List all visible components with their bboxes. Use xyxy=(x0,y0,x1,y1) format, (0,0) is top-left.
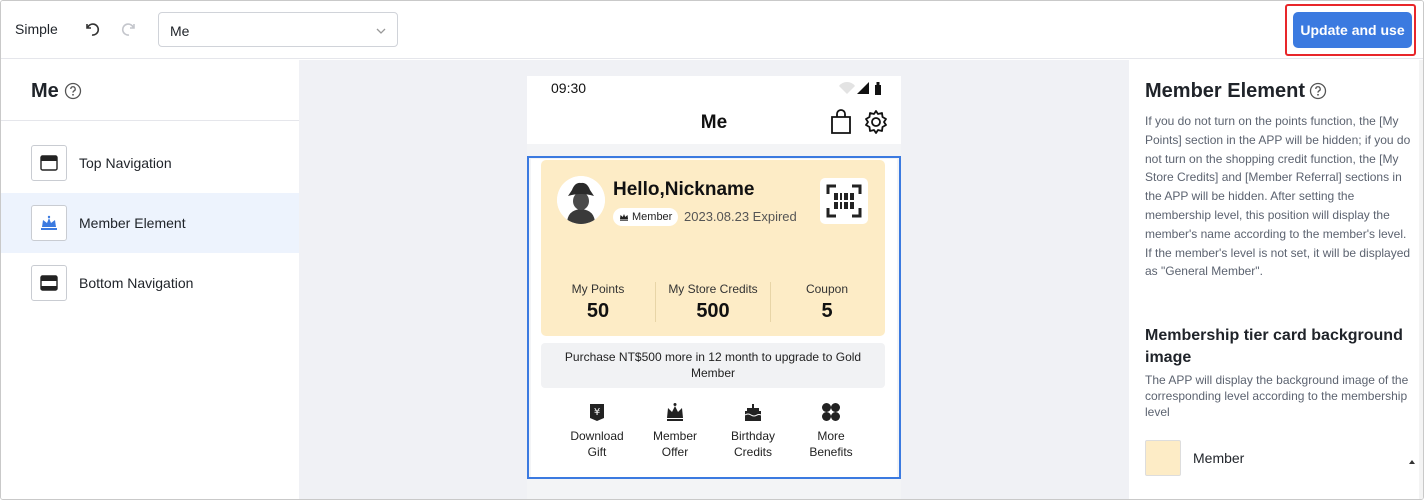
top-navigation-icon xyxy=(31,145,67,181)
svg-text:¥: ¥ xyxy=(594,407,600,418)
stat-value: 5 xyxy=(821,300,833,322)
sidebar-item-bottom-navigation[interactable]: Bottom Navigation xyxy=(1,253,299,313)
help-icon[interactable] xyxy=(1309,82,1327,105)
benefit-label-line2: Offer xyxy=(661,445,689,459)
right-panel-title: Member Element xyxy=(1145,80,1306,102)
gift-icon: ¥ xyxy=(561,402,633,424)
benefit-label-line2: Benefits xyxy=(809,445,853,459)
tier-row-member[interactable]: Member xyxy=(1145,440,1417,476)
greeting: Hello,Nickname xyxy=(613,179,755,200)
mode-label[interactable]: Simple xyxy=(15,21,58,37)
stat-my-points[interactable]: My Points 50 xyxy=(541,282,655,323)
bg-section-title: Membership tier card background image xyxy=(1145,327,1403,366)
member-badge-label: Member xyxy=(632,211,673,223)
right-panel: Member Element If you do not turn on the… xyxy=(1129,60,1423,499)
stat-label: Coupon xyxy=(805,282,849,296)
crown-icon xyxy=(31,205,67,241)
scrollbar[interactable] xyxy=(1419,60,1423,499)
benefit-more-benefits[interactable]: More Benefits xyxy=(795,402,867,460)
upgrade-banner[interactable]: Purchase NT$500 more in 12 month to upgr… xyxy=(541,343,885,388)
status-time: 09:30 xyxy=(551,80,587,96)
sidebar-item-label: Bottom Navigation xyxy=(79,275,194,291)
tier-label: Member xyxy=(1193,450,1245,466)
preview-canvas: 09:30 Me Hello,Nickname Member 2023.08.2… xyxy=(299,60,1129,499)
crown-icon xyxy=(639,402,711,424)
stat-my-store-credits[interactable]: My Store Credits 500 xyxy=(656,282,770,323)
caret-up-icon[interactable] xyxy=(1407,453,1417,471)
sidebar-item-label: Top Navigation xyxy=(79,155,172,171)
divider xyxy=(1,120,299,121)
sidebar-item-member-element[interactable]: Member Element xyxy=(1,193,299,253)
tier-bg-swatch[interactable] xyxy=(1145,440,1181,476)
stat-coupon[interactable]: Coupon 5 xyxy=(770,282,884,323)
member-element-description: If you do not turn on the points functio… xyxy=(1145,114,1411,279)
redo-icon[interactable] xyxy=(118,18,140,40)
undo-icon[interactable] xyxy=(81,18,103,40)
benefit-label-line2: Credits xyxy=(733,445,772,459)
top-toolbar: Simple Me Update and use xyxy=(1,1,1423,59)
left-panel: Me Top Navigation Member Element Bottom … xyxy=(1,60,299,499)
help-icon[interactable] xyxy=(64,82,82,105)
left-panel-title: Me xyxy=(31,80,59,102)
benefit-member-offer[interactable]: Member Offer xyxy=(639,402,711,460)
signal-battery-icon xyxy=(837,80,883,101)
benefit-label-line1: More xyxy=(817,429,845,443)
benefit-label-line2: Gift xyxy=(587,445,607,459)
member-card[interactable]: Hello,Nickname Member 2023.08.23 Expired… xyxy=(541,160,885,336)
grid-icon xyxy=(795,402,867,424)
benefit-label-line1: Download xyxy=(570,429,624,443)
page-select[interactable]: Me xyxy=(158,12,398,47)
bottom-navigation-icon xyxy=(31,265,67,301)
phone-preview: 09:30 Me Hello,Nickname Member 2023.08.2… xyxy=(527,76,901,499)
benefit-label-line1: Member xyxy=(652,429,697,443)
benefit-download-gift[interactable]: ¥ Download Gift xyxy=(561,402,633,460)
update-and-use-button[interactable]: Update and use xyxy=(1293,12,1412,48)
member-badge: Member xyxy=(613,208,679,226)
cake-icon xyxy=(717,402,789,424)
status-bar: 09:30 xyxy=(527,76,901,104)
sidebar-item-label: Member Element xyxy=(79,215,186,231)
expiry-date: 2023.08.23 Expired xyxy=(684,209,797,224)
gear-icon[interactable] xyxy=(863,109,889,140)
benefit-birthday-credits[interactable]: Birthday Credits xyxy=(717,402,789,460)
stat-value: 50 xyxy=(586,300,610,322)
page-select-value: Me xyxy=(170,23,190,39)
sidebar-item-top-navigation[interactable]: Top Navigation xyxy=(1,133,299,193)
benefit-label-line1: Birthday xyxy=(730,429,776,443)
stat-label: My Store Credits xyxy=(668,282,758,296)
app-header: Me xyxy=(527,104,901,144)
shopping-bag-icon[interactable] xyxy=(829,109,853,140)
qr-scan-icon[interactable] xyxy=(820,178,868,224)
crown-icon xyxy=(620,214,628,221)
chevron-down-icon xyxy=(375,24,387,42)
editor-window: Simple Me Update and use Me Top Navigati… xyxy=(0,0,1424,500)
stat-label: My Points xyxy=(571,282,625,296)
stat-value: 500 xyxy=(696,300,730,322)
bg-section-description: The APP will display the background imag… xyxy=(1145,373,1409,419)
avatar xyxy=(557,176,605,224)
